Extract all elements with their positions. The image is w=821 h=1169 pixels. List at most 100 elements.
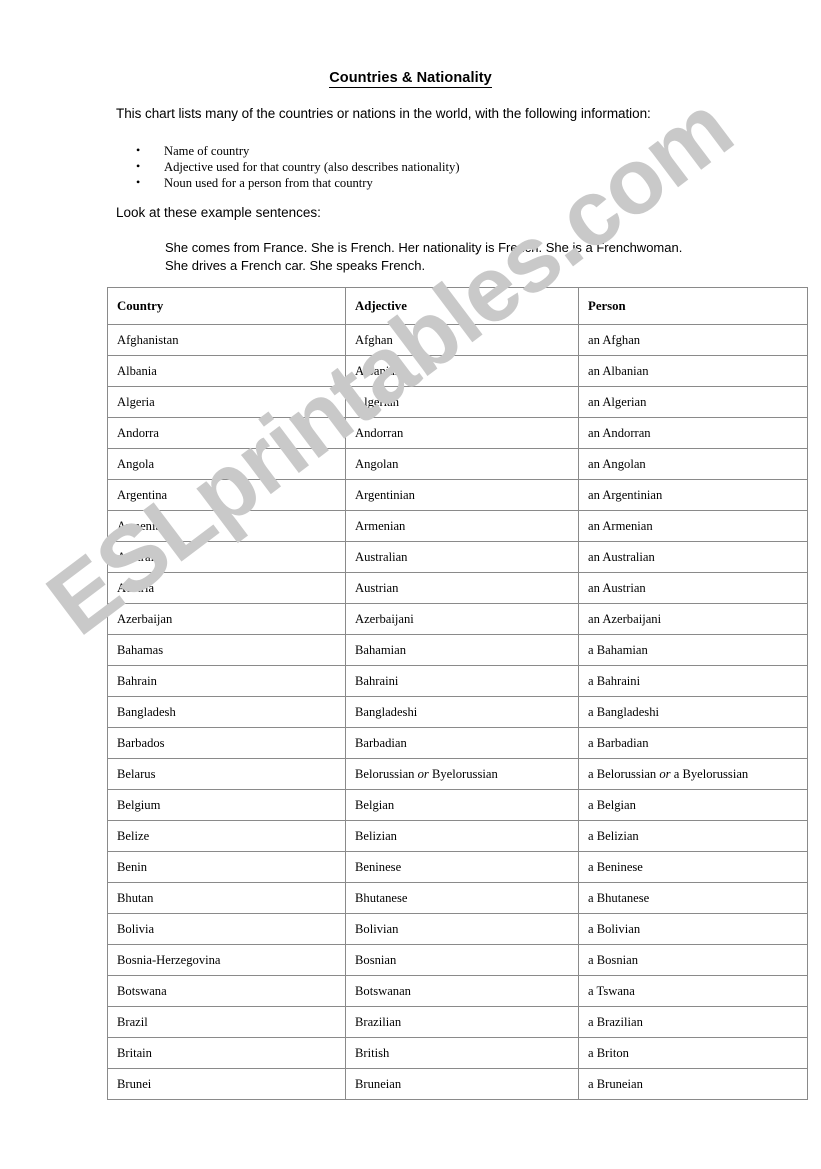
table-cell-person: a Brazilian — [578, 1006, 808, 1038]
table-cell-country: Bahrain — [107, 665, 346, 697]
table-row: Bolivia Bolivian a Bolivian — [107, 913, 808, 945]
table-row: Albania Albanian an Albanian — [107, 355, 808, 387]
table-row: Britain British a Briton — [107, 1037, 808, 1069]
table-cell-person: a Belizian — [578, 820, 808, 852]
table-cell-person: a Briton — [578, 1037, 808, 1069]
table-cell-adjective: Bolivian — [345, 913, 579, 945]
table-cell-person: a Bolivian — [578, 913, 808, 945]
table-cell-adjective: Bosnian — [345, 944, 579, 976]
table-cell-adjective: Bhutanese — [345, 882, 579, 914]
table-cell-adjective: Angolan — [345, 448, 579, 480]
table-row: Brunei Bruneian a Bruneian — [107, 1068, 808, 1100]
table-body: Afghanistan Afghan an Afghan Albania Albania… — [107, 324, 808, 1100]
table-cell-person: a Tswana — [578, 975, 808, 1007]
table-cell-person: a Bahamian — [578, 634, 808, 666]
table-cell-person: an Albanian — [578, 355, 808, 387]
table-cell-country: Australia — [107, 541, 346, 573]
table-header-row: Country Adjective Person — [107, 287, 808, 325]
table-cell-country: Bosnia-Herzegovina — [107, 944, 346, 976]
countries-table: Country Adjective Person Afghanistan Afgh… — [107, 287, 808, 1100]
table-cell-person: an Armenian — [578, 510, 808, 542]
table-row: Bhutan Bhutanese a Bhutanese — [107, 882, 808, 914]
table-head: Country Adjective Person — [107, 287, 808, 325]
table-cell-person: a Bruneian — [578, 1068, 808, 1100]
table-row: Algeria Algerian an Algerian — [107, 386, 808, 418]
table-cell-country: Brazil — [107, 1006, 346, 1038]
table-row: Austria Austrian an Austrian — [107, 572, 808, 604]
table-cell-adjective: Belorussian or Byelorussian — [345, 758, 579, 790]
table-cell-country: Bangladesh — [107, 696, 346, 728]
list-item: Adjective used for that country (also de… — [136, 158, 460, 175]
table-cell-country: Austria — [107, 572, 346, 604]
table-cell-country: Belgium — [107, 789, 346, 821]
countries-table-wrapper: Country Adjective Person Afghanistan Afgh… — [107, 287, 808, 1100]
table-cell-adjective: Azerbaijani — [345, 603, 579, 635]
table-cell-person: a Belgian — [578, 789, 808, 821]
table-cell-person: an Andorran — [578, 417, 808, 449]
column-header-adjective: Adjective — [345, 287, 579, 325]
intro-paragraph: This chart lists many of the countries o… — [116, 106, 651, 121]
table-cell-person: an Azerbaijani — [578, 603, 808, 635]
table-row: Barbados Barbadian a Barbadian — [107, 727, 808, 759]
table-cell-adjective: Australian — [345, 541, 579, 573]
table-row: Botswana Botswanan a Tswana — [107, 975, 808, 1007]
table-cell-country: Angola — [107, 448, 346, 480]
table-cell-country: Bolivia — [107, 913, 346, 945]
table-cell-country: Benin — [107, 851, 346, 883]
table-cell-person: an Afghan — [578, 324, 808, 356]
example-line: She drives a French car. She speaks Fren… — [165, 257, 426, 273]
table-cell-adjective: Bruneian — [345, 1068, 579, 1100]
table-cell-adjective: Andorran — [345, 417, 579, 449]
table-row: Andorra Andorran an Andorran — [107, 417, 808, 449]
table-cell-adjective: Barbadian — [345, 727, 579, 759]
table-cell-person: a Bahraini — [578, 665, 808, 697]
table-cell-person: an Angolan — [578, 448, 808, 480]
table-row: Australia Australian an Australian — [107, 541, 808, 573]
list-item: Name of country — [136, 142, 460, 159]
table-cell-country: Bahamas — [107, 634, 346, 666]
table-cell-adjective: Afghan — [345, 324, 579, 356]
table-cell-adjective: Bahamian — [345, 634, 579, 666]
table-cell-country: Albania — [107, 355, 346, 387]
table-row: Armenia Armenian an Armenian — [107, 510, 808, 542]
table-cell-person: an Argentinian — [578, 479, 808, 511]
table-row: Afghanistan Afghan an Afghan — [107, 324, 808, 356]
table-row: Belize Belizian a Belizian — [107, 820, 808, 852]
table-cell-adjective: Beninese — [345, 851, 579, 883]
list-item: Noun used for a person from that country — [136, 174, 460, 191]
table-cell-adjective: Armenian — [345, 510, 579, 542]
table-cell-person: a Bangladeshi — [578, 696, 808, 728]
table-cell-country: Bhutan — [107, 882, 346, 914]
table-cell-person: a Beninese — [578, 851, 808, 883]
table-row: Benin Beninese a Beninese — [107, 851, 808, 883]
table-row: Belarus Belorussian or Byelorussian a Belo… — [107, 758, 808, 790]
table-cell-country: Botswana — [107, 975, 346, 1007]
table-cell-country: Afghanistan — [107, 324, 346, 356]
table-cell-person: an Algerian — [578, 386, 808, 418]
table-cell-country: Belize — [107, 820, 346, 852]
table-cell-adjective: Bahraini — [345, 665, 579, 697]
table-cell-person: a Bhutanese — [578, 882, 808, 914]
example-line: She comes from France. She is French. He… — [165, 240, 683, 255]
page-title: Countries & Nationality — [0, 70, 821, 88]
info-bullet-list: Name of country Adjective used for that … — [136, 142, 460, 192]
table-row: Bosnia-Herzegovina Bosnian a Bosnian — [107, 944, 808, 976]
table-row: Belgium Belgian a Belgian — [107, 789, 808, 821]
table-cell-adjective: Algerian — [345, 386, 579, 418]
column-header-country: Country — [107, 287, 346, 325]
table-cell-person: an Australian — [578, 541, 808, 573]
table-row: Bahrain Bahraini a Bahraini — [107, 665, 808, 697]
page-title-text: Countries & Nationality — [329, 70, 492, 88]
table-cell-country: Algeria — [107, 386, 346, 418]
table-row: Angola Angolan an Angolan — [107, 448, 808, 480]
table-cell-adjective: Austrian — [345, 572, 579, 604]
table-cell-country: Belarus — [107, 758, 346, 790]
worksheet-page: ESLprintables.com Countries & Nationalit… — [0, 0, 821, 1169]
table-cell-adjective: Argentinian — [345, 479, 579, 511]
table-cell-country: Britain — [107, 1037, 346, 1069]
table-cell-adjective: Botswanan — [345, 975, 579, 1007]
table-cell-adjective: Belgian — [345, 789, 579, 821]
table-cell-adjective: Brazilian — [345, 1006, 579, 1038]
table-cell-country: Armenia — [107, 510, 346, 542]
table-cell-person: an Austrian — [578, 572, 808, 604]
